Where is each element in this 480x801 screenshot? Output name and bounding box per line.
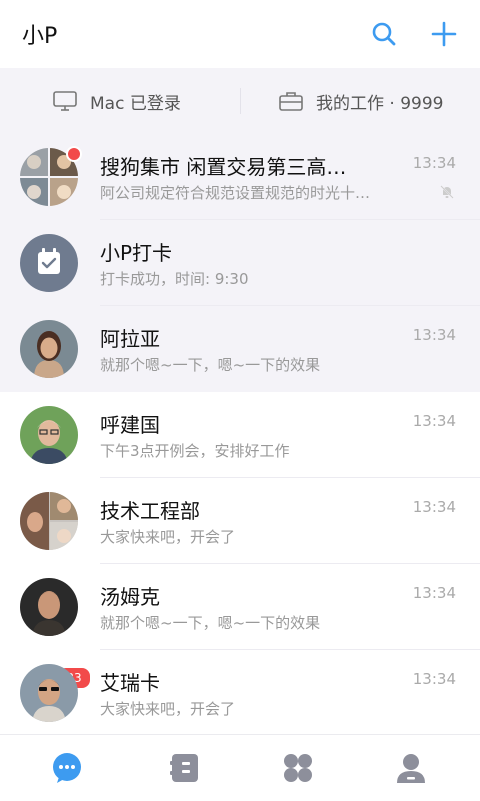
- chat-time: 13:34: [412, 326, 456, 344]
- monitor-icon: [53, 91, 77, 111]
- unread-dot: [66, 146, 82, 162]
- profile-icon[interactable]: [394, 751, 428, 785]
- chat-name: 阿拉亚: [100, 327, 160, 351]
- divider: [240, 88, 241, 114]
- chat-preview: 阿公司规定符合规范设置规范的时光十…: [100, 184, 371, 202]
- bottom-tab-bar: [0, 734, 480, 801]
- chat-preview: 打卡成功，时间: 9:30: [100, 270, 249, 288]
- contacts-icon[interactable]: [168, 751, 202, 785]
- my-work-button[interactable]: 我的工作 · 9999: [278, 68, 443, 134]
- group-avatar: [20, 492, 78, 550]
- avatar: [20, 320, 78, 378]
- chat-item-hujianguo[interactable]: 33 呼建国 下午3点开例会，安排好工作 13:34: [0, 392, 480, 690]
- chat-icon[interactable]: [50, 751, 84, 785]
- my-work-label: 我的工作 · 9999: [316, 93, 444, 114]
- chat-name: 小P打卡: [100, 241, 173, 265]
- mac-login-button[interactable]: Mac 已登录: [52, 68, 181, 134]
- chat-list: 搜狗集市 闲置交易第三高… 阿公司规定符合规范设置规范的时光十… 13:34 小…: [0, 134, 480, 736]
- chat-preview: 大家快来吧，开会了: [100, 528, 236, 546]
- chat-name: 汤姆克: [100, 585, 160, 609]
- chat-item-checkin[interactable]: 小P打卡 打卡成功，时间: 9:30: [0, 220, 480, 306]
- chat-item-tech-dept[interactable]: 技术工程部 大家快来吧，开会了 13:34: [0, 478, 480, 564]
- briefcase-icon: [279, 92, 303, 111]
- chat-time: 13:34: [412, 412, 456, 430]
- chat-item-group-market[interactable]: 搜狗集市 闲置交易第三高… 阿公司规定符合规范设置规范的时光十… 13:34: [0, 134, 480, 220]
- checkin-avatar: [20, 234, 78, 292]
- chat-preview: 就那个嗯~一下，嗯~一下的效果: [100, 356, 321, 374]
- chat-preview: 下午3点开例会，安排好工作: [100, 442, 290, 460]
- chat-item-erica[interactable]: 艾瑞卡 大家快来吧，开会了 13:34: [0, 650, 480, 736]
- chat-item-tom[interactable]: 汤姆克 就那个嗯~一下，嗯~一下的效果 13:34: [0, 564, 480, 650]
- app-title: 小P: [22, 24, 58, 49]
- avatar: [20, 664, 78, 722]
- chat-preview: 大家快来吧，开会了: [100, 700, 236, 718]
- chat-item-alaya[interactable]: 阿拉亚 就那个嗯~一下，嗯~一下的效果 13:34: [0, 306, 480, 392]
- search-icon[interactable]: [368, 18, 400, 50]
- chat-name: 呼建国: [100, 413, 160, 437]
- login-status-bar: Mac 已登录 我的工作 · 9999: [0, 68, 480, 134]
- top-bar: 小P: [0, 0, 480, 68]
- chat-name: 技术工程部: [100, 499, 200, 523]
- chat-name: 艾瑞卡: [100, 671, 160, 695]
- chat-time: 13:34: [412, 154, 456, 172]
- mute-bell-icon: [440, 184, 454, 203]
- chat-time: 13:34: [412, 670, 456, 688]
- chat-time: 13:34: [412, 584, 456, 602]
- apps-icon[interactable]: [281, 751, 315, 785]
- plus-icon[interactable]: [428, 18, 460, 50]
- chat-name: 搜狗集市 闲置交易第三高…: [100, 155, 347, 179]
- avatar: [20, 406, 78, 464]
- chat-time: 13:34: [412, 498, 456, 516]
- mac-login-label: Mac 已登录: [90, 93, 181, 114]
- chat-preview: 就那个嗯~一下，嗯~一下的效果: [100, 614, 321, 632]
- avatar: [20, 578, 78, 636]
